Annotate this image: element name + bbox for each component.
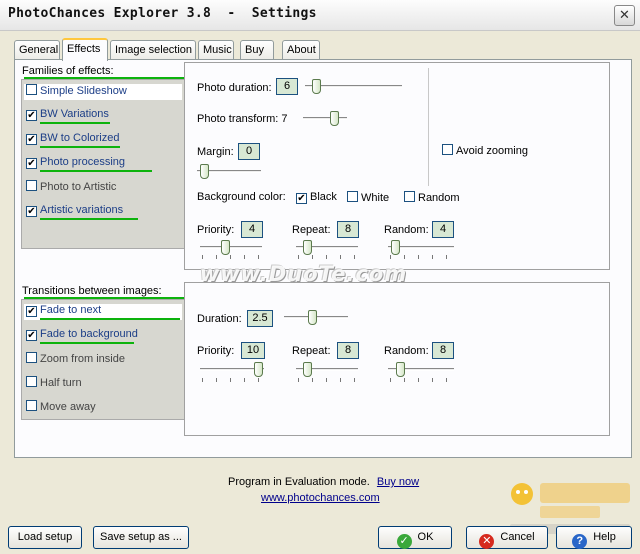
- random-label: Random:: [384, 224, 429, 236]
- checkmark-icon[interactable]: ✔: [26, 110, 37, 121]
- families-list: Simple Slideshow ✔ BW Variations ✔ BW to C…: [21, 79, 185, 249]
- checkmark-icon[interactable]: ✔: [26, 134, 37, 145]
- highlight-underline: [40, 146, 120, 148]
- transition-repeat-label: Repeat:: [292, 345, 331, 357]
- checkbox-icon[interactable]: [26, 400, 37, 411]
- checkbox-icon[interactable]: [26, 180, 37, 191]
- slider-ticks: [390, 378, 454, 382]
- bg-black-checkbox[interactable]: ✔ Black: [296, 191, 337, 204]
- highlight-underline: [40, 122, 110, 124]
- highlight-underline: [40, 318, 180, 320]
- transition-random-label: Random:: [384, 345, 429, 357]
- repeat-label: Repeat:: [292, 224, 331, 236]
- tab-music[interactable]: Music: [198, 40, 234, 60]
- highlight-underline: [24, 297, 184, 299]
- duration-label: Duration:: [197, 313, 242, 325]
- tab-about[interactable]: About: [282, 40, 320, 60]
- checkmark-icon[interactable]: ✔: [26, 306, 37, 317]
- highlight-underline: [24, 77, 184, 79]
- ok-button[interactable]: ✓ OK: [378, 526, 452, 549]
- tab-effects[interactable]: Effects: [62, 38, 108, 61]
- transition-priority-label: Priority:: [197, 345, 235, 357]
- window-title: PhotoChances Explorer 3.8 - Settings: [8, 6, 317, 21]
- tab-general[interactable]: General: [14, 40, 60, 60]
- transition-priority-value[interactable]: 10: [241, 342, 265, 359]
- families-label: Families of effects:: [22, 65, 114, 77]
- duration-value[interactable]: 2.5: [247, 310, 273, 327]
- slider-ticks: [298, 255, 358, 259]
- photo-duration-label: Photo duration:: [197, 82, 272, 94]
- transition-repeat-value[interactable]: 8: [337, 342, 359, 359]
- margin-label: Margin:: [197, 146, 234, 158]
- check-icon: ✓: [396, 534, 412, 549]
- save-setup-button[interactable]: Save setup as ...: [93, 526, 189, 549]
- slider-thumb[interactable]: [312, 79, 321, 94]
- checkmark-icon[interactable]: ✔: [26, 206, 37, 217]
- cancel-icon: ✕: [479, 534, 495, 549]
- slider-ticks: [298, 378, 358, 382]
- photo-transform-label: Photo transform: 7: [197, 113, 288, 125]
- margin-value[interactable]: 0: [238, 143, 260, 160]
- slider-thumb[interactable]: [303, 362, 312, 377]
- buy-now-link[interactable]: Buy now: [377, 476, 419, 488]
- photo-duration-value[interactable]: 6: [276, 78, 298, 95]
- tab-image-selection[interactable]: Image selection: [110, 40, 196, 60]
- checkmark-icon[interactable]: ✔: [26, 330, 37, 341]
- title-bar: PhotoChances Explorer 3.8 - Settings ✕: [0, 0, 640, 31]
- slider-ticks: [390, 255, 454, 259]
- slider-thumb[interactable]: [330, 111, 339, 126]
- slider-thumb[interactable]: [308, 310, 317, 325]
- slider-thumb[interactable]: [391, 240, 400, 255]
- website-link[interactable]: www.photochances.com: [261, 492, 380, 504]
- slider-thumb[interactable]: [254, 362, 263, 377]
- highlight-underline: [40, 342, 134, 344]
- help-icon: ?: [572, 534, 588, 549]
- tab-buy[interactable]: Buy: [240, 40, 274, 60]
- highlight-underline: [40, 218, 138, 220]
- bg-white-checkbox[interactable]: White: [347, 191, 389, 204]
- family-item-simple-slideshow[interactable]: Simple Slideshow: [24, 84, 182, 100]
- checkbox-icon[interactable]: [442, 144, 453, 155]
- family-item-photo-to-artistic[interactable]: Photo to Artistic: [26, 180, 116, 196]
- slider-ticks: [202, 255, 262, 259]
- evaluation-notice: Program in Evaluation mode. Buy now: [228, 476, 420, 488]
- checkmark-icon[interactable]: ✔: [296, 193, 307, 204]
- checkmark-icon[interactable]: ✔: [26, 158, 37, 169]
- help-button[interactable]: ? Help: [556, 526, 632, 549]
- slider-thumb[interactable]: [303, 240, 312, 255]
- bg-random-checkbox[interactable]: Random: [404, 191, 460, 204]
- priority-label: Priority:: [197, 224, 235, 236]
- cancel-button[interactable]: ✕ Cancel: [466, 526, 548, 549]
- close-icon: ✕: [619, 7, 630, 22]
- transition-item-half-turn[interactable]: Half turn: [26, 376, 82, 392]
- highlight-underline: [40, 170, 152, 172]
- slider-ticks: [202, 378, 264, 382]
- avoid-zooming-checkbox[interactable]: Avoid zooming: [442, 144, 528, 157]
- checkbox-icon[interactable]: [26, 84, 37, 95]
- transitions-settings-box: [184, 282, 610, 436]
- random-value[interactable]: 4: [432, 221, 454, 238]
- checkbox-icon[interactable]: [347, 191, 358, 202]
- checkbox-icon[interactable]: [404, 191, 415, 202]
- background-color-label: Background color:: [197, 191, 286, 203]
- slider-thumb[interactable]: [200, 164, 209, 179]
- photo-transform-slider[interactable]: [303, 117, 347, 120]
- priority-value[interactable]: 4: [241, 221, 263, 238]
- checkbox-icon[interactable]: [26, 376, 37, 387]
- transition-random-value[interactable]: 8: [432, 342, 454, 359]
- slider-thumb[interactable]: [396, 362, 405, 377]
- transition-item-zoom-from-inside[interactable]: Zoom from inside: [26, 352, 125, 368]
- repeat-value[interactable]: 8: [337, 221, 359, 238]
- load-setup-button[interactable]: Load setup: [8, 526, 82, 549]
- transition-item-move-away[interactable]: Move away: [26, 400, 96, 416]
- separator: [428, 68, 429, 186]
- close-button[interactable]: ✕: [614, 5, 635, 26]
- priority-slider[interactable]: [200, 246, 262, 249]
- checkbox-icon[interactable]: [26, 352, 37, 363]
- transitions-label: Transitions between images:: [22, 285, 162, 297]
- slider-thumb[interactable]: [221, 240, 230, 255]
